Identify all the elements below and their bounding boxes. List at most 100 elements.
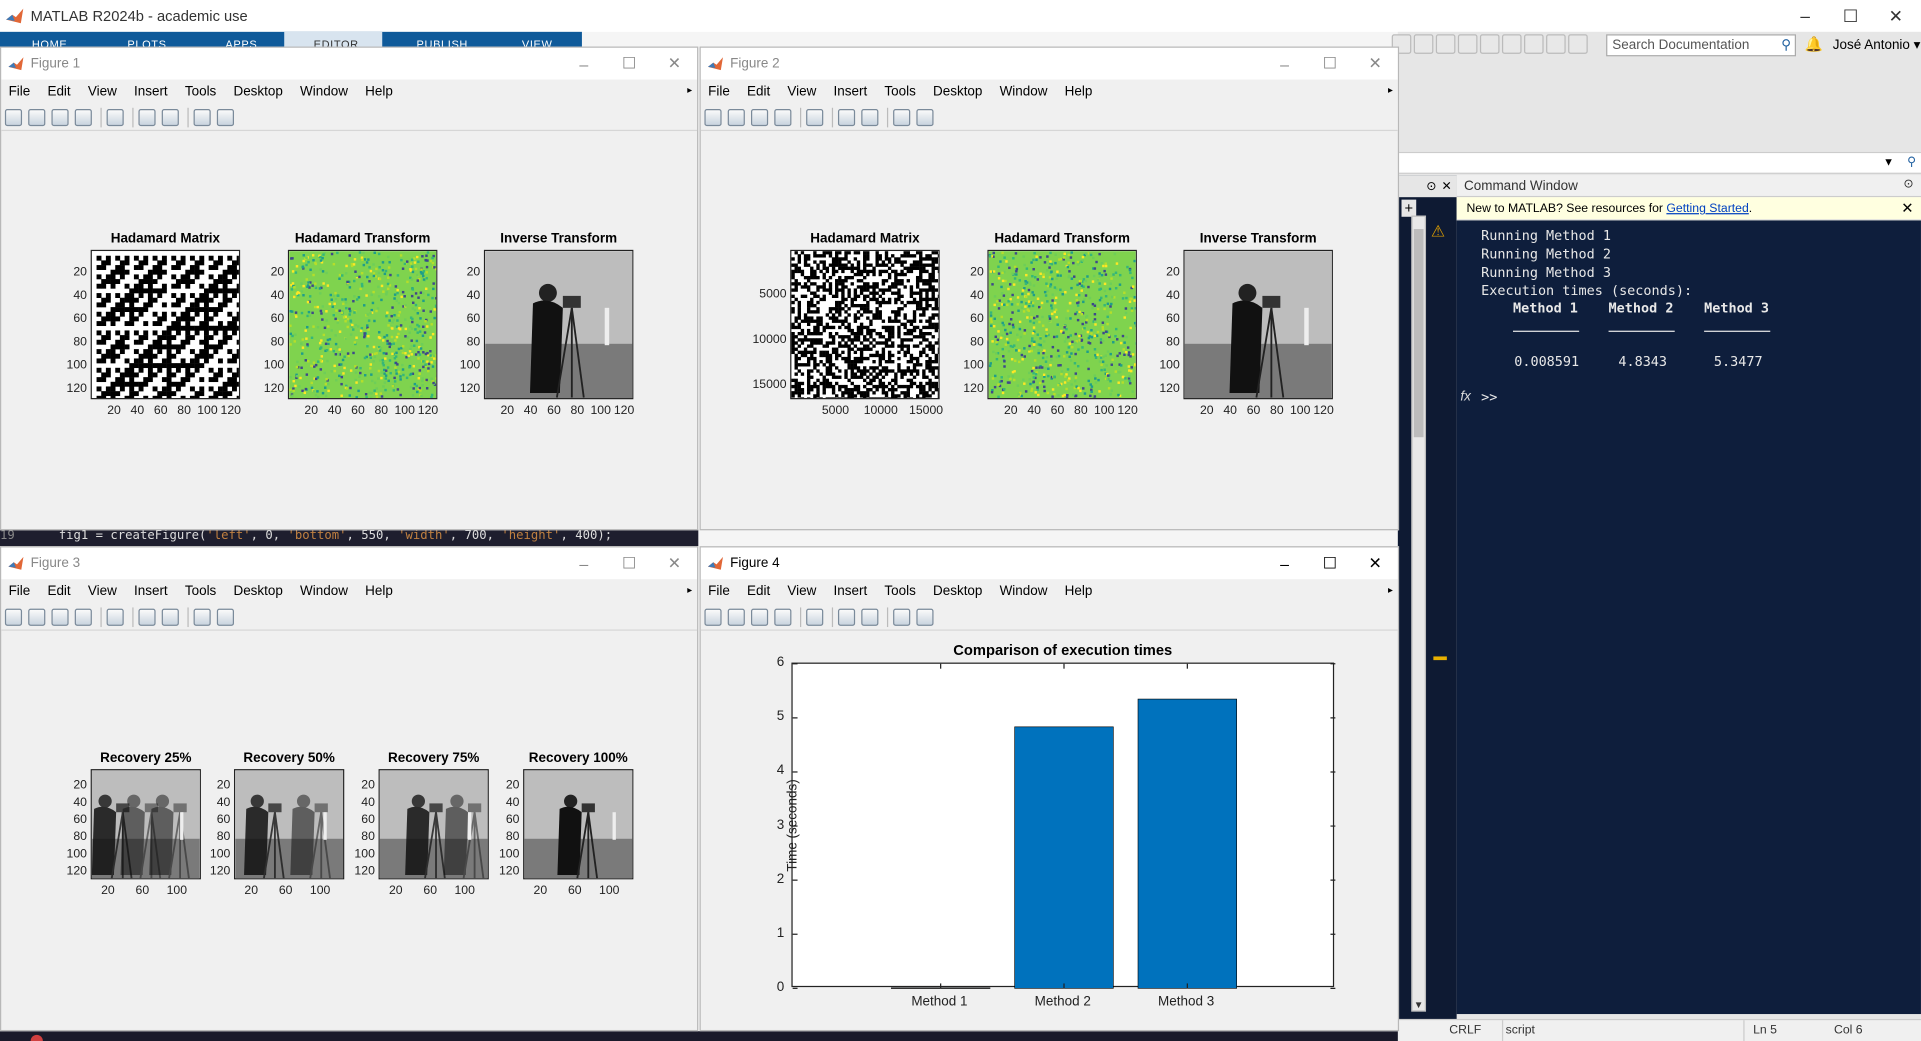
community-icon[interactable] — [1568, 34, 1588, 54]
axes-image[interactable] — [90, 249, 241, 400]
axes-image[interactable] — [483, 249, 634, 400]
figure-2-window[interactable]: Figure 2– ☐ ✕ File Edit View Insert Tools Deskto… — [699, 46, 1400, 531]
menu-file[interactable]: File — [9, 584, 31, 599]
help-icon[interactable] — [1546, 34, 1566, 54]
colorbar-icon[interactable] — [837, 608, 856, 626]
save-icon[interactable] — [51, 108, 69, 126]
menu-edit[interactable]: Edit — [747, 85, 770, 100]
menu-help[interactable]: Help — [365, 584, 393, 599]
menu-insert[interactable]: Insert — [134, 85, 168, 100]
open-file-icon[interactable] — [28, 608, 46, 626]
new-figure-icon[interactable] — [4, 608, 23, 626]
axes-image[interactable] — [233, 769, 345, 880]
command-window[interactable] — [1456, 220, 1921, 1015]
axes-image[interactable] — [378, 769, 489, 880]
axes-image[interactable] — [523, 769, 634, 880]
edit-plot-icon[interactable] — [193, 108, 211, 126]
figure-maximize-button[interactable]: ☐ — [1307, 48, 1352, 80]
print-preview-icon[interactable] — [106, 108, 124, 126]
edit-plot-icon[interactable] — [193, 608, 211, 626]
menu-window[interactable]: Window — [1000, 584, 1048, 599]
menu-insert[interactable]: Insert — [134, 584, 168, 599]
axes-image[interactable] — [1183, 249, 1333, 400]
menu-help[interactable]: Help — [1065, 584, 1093, 599]
menu-desktop[interactable]: Desktop — [933, 584, 982, 599]
legend-icon[interactable] — [861, 108, 879, 126]
taskbar-app-icon[interactable] — [30, 1034, 43, 1041]
figure-title-bar[interactable]: Figure 1– ☐ ✕ — [1, 47, 698, 80]
copy-icon[interactable] — [1435, 34, 1456, 54]
menu-desktop[interactable]: Desktop — [233, 584, 282, 599]
colorbar-icon[interactable] — [138, 608, 156, 626]
menu-insert[interactable]: Insert — [834, 85, 868, 100]
figure-close-button[interactable]: ✕ — [1353, 48, 1398, 80]
save-icon[interactable] — [51, 608, 69, 626]
menu-edit[interactable]: Edit — [747, 584, 770, 599]
figure-title-bar[interactable]: Figure 4– ☐ ✕ — [700, 547, 1398, 580]
command-window-menu-icon[interactable]: ⊙ — [1903, 178, 1913, 191]
menu-help[interactable]: Help — [1065, 85, 1093, 100]
bar-chart-axes[interactable] — [791, 662, 1336, 989]
menu-file[interactable]: File — [708, 85, 730, 100]
panel-menu-icon[interactable]: ⊙ — [1426, 179, 1436, 192]
print-icon[interactable] — [74, 608, 92, 626]
figure-minimize-button[interactable]: – — [1262, 48, 1307, 80]
scroll-thumb[interactable] — [1413, 229, 1424, 438]
editor-code-line[interactable]: 19 fig1 = createFigure('left', 0, 'bottom… — [0, 529, 699, 547]
menu-expand-icon[interactable]: ▸ — [687, 584, 692, 595]
figure-maximize-button[interactable]: ☐ — [606, 547, 651, 579]
save-icon[interactable] — [750, 108, 769, 126]
menu-file[interactable]: File — [708, 584, 730, 599]
axes-image[interactable] — [287, 249, 438, 400]
figure-title-bar[interactable]: Figure 2– ☐ ✕ — [700, 47, 1398, 80]
menu-tools[interactable]: Tools — [185, 85, 216, 100]
command-prompt[interactable]: >> — [1481, 389, 1497, 405]
menu-desktop[interactable]: Desktop — [233, 85, 282, 100]
figure-1-window[interactable]: Figure 1– ☐ ✕ File Edit View Insert Tools Deskto… — [0, 46, 699, 531]
menu-view[interactable]: View — [88, 85, 117, 100]
redo-icon[interactable] — [1501, 34, 1522, 54]
cut-icon[interactable] — [1413, 34, 1434, 54]
panel-close-icon[interactable]: ✕ — [1441, 179, 1451, 192]
scroll-down-icon[interactable]: ▼ — [1414, 999, 1424, 1010]
close-button[interactable]: ✕ — [1873, 0, 1918, 32]
figure-4-window[interactable]: Figure 4– ☐ ✕ File Edit View Insert Tools Deskto… — [699, 546, 1400, 1032]
property-inspector-icon[interactable] — [216, 608, 234, 626]
menu-expand-icon[interactable]: ▸ — [687, 85, 692, 96]
open-file-icon[interactable] — [28, 108, 46, 126]
colorbar-icon[interactable] — [138, 108, 156, 126]
new-figure-icon[interactable] — [4, 108, 23, 126]
figure-title-bar[interactable]: Figure 3– ☐ ✕ — [1, 547, 698, 580]
getting-started-link[interactable]: Getting Started — [1666, 202, 1748, 215]
minimize-button[interactable]: – — [1783, 0, 1828, 32]
maximize-button[interactable]: ☐ — [1828, 0, 1873, 32]
menu-view[interactable]: View — [88, 584, 117, 599]
legend-icon[interactable] — [161, 608, 179, 626]
menu-view[interactable]: View — [787, 85, 816, 100]
edit-plot-icon[interactable] — [893, 608, 911, 626]
expand-panel-icon[interactable]: + — [1401, 199, 1417, 217]
banner-close-icon[interactable]: ✕ — [1901, 200, 1913, 217]
open-file-icon[interactable] — [727, 608, 745, 626]
legend-icon[interactable] — [161, 108, 179, 126]
menu-help[interactable]: Help — [365, 85, 393, 100]
new-figure-icon[interactable] — [704, 108, 722, 126]
save-icon[interactable] — [750, 608, 769, 626]
menu-window[interactable]: Window — [300, 584, 348, 599]
function-browser-icon[interactable]: fx — [1460, 389, 1470, 404]
figure-maximize-button[interactable]: ☐ — [606, 48, 651, 80]
print-preview-icon[interactable] — [806, 608, 824, 626]
menu-edit[interactable]: Edit — [47, 584, 70, 599]
figure-minimize-button[interactable]: – — [561, 547, 606, 579]
menu-expand-icon[interactable]: ▸ — [1388, 584, 1393, 595]
legend-icon[interactable] — [861, 608, 879, 626]
figure-3-window[interactable]: Figure 3– ☐ ✕ File Edit View Insert Tools Deskto… — [0, 546, 699, 1032]
property-inspector-icon[interactable] — [916, 608, 934, 626]
menu-expand-icon[interactable]: ▸ — [1388, 85, 1393, 96]
paste-icon[interactable] — [1457, 34, 1478, 54]
path-dropdown-icon[interactable]: ▼ — [1883, 156, 1894, 168]
menu-view[interactable]: View — [787, 584, 816, 599]
bar-method-2[interactable] — [1014, 726, 1114, 989]
figure-close-button[interactable]: ✕ — [652, 48, 697, 80]
menu-tools[interactable]: Tools — [884, 584, 915, 599]
